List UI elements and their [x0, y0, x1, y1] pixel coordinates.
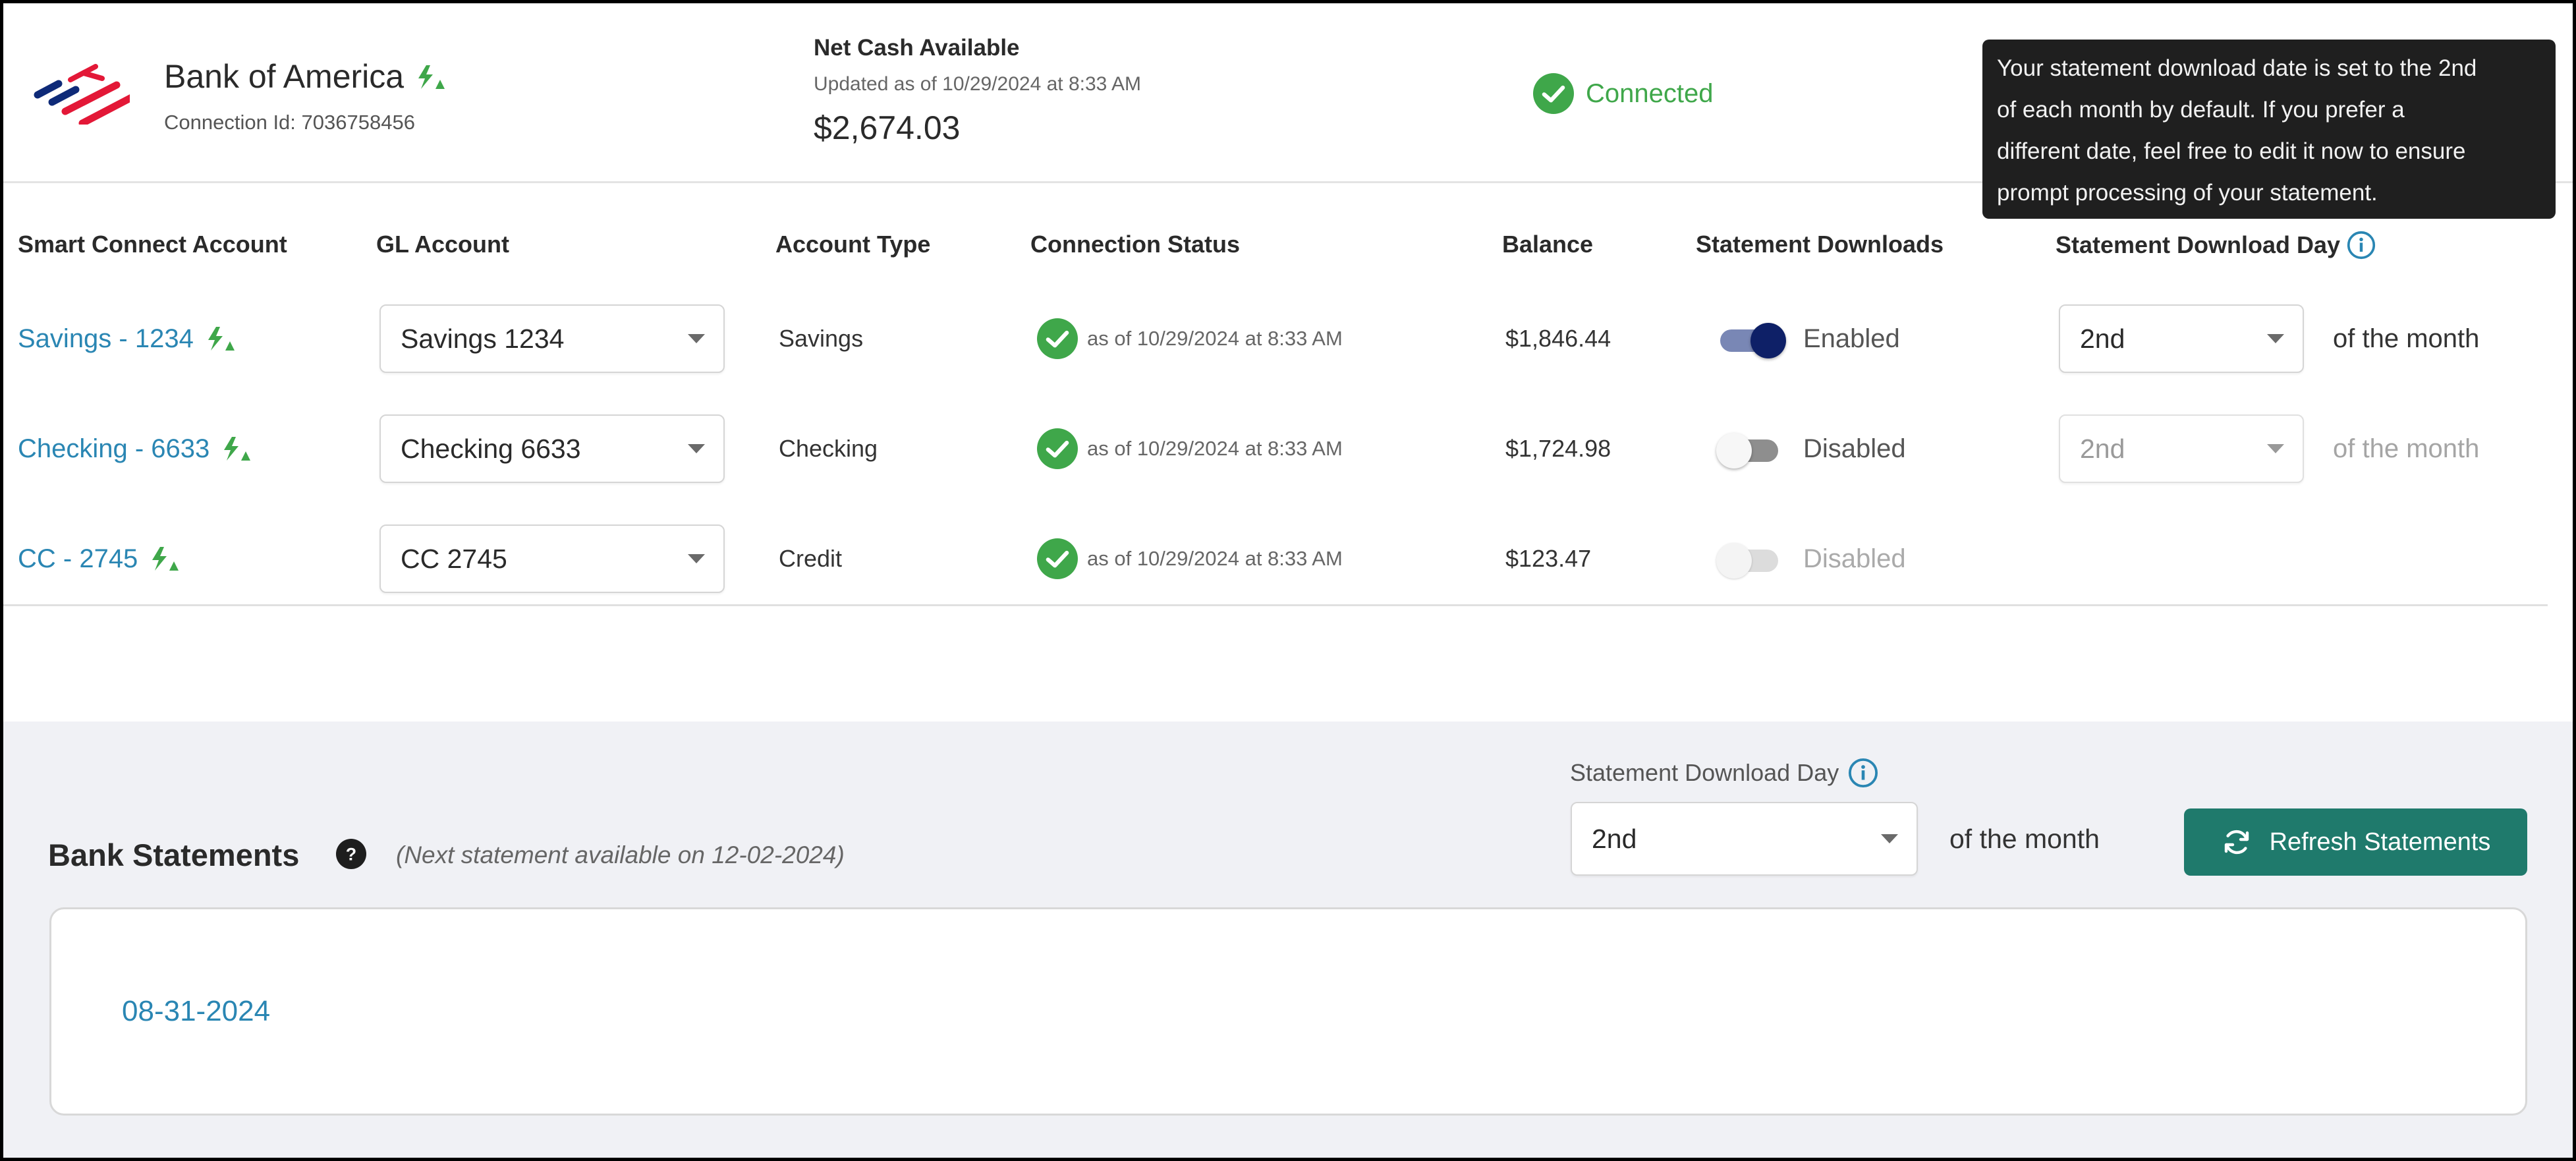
bank-connection-page: Bank of America Connection Id: 703675845… — [3, 3, 2573, 1158]
statement-downloads-toggle — [1716, 539, 1785, 579]
table-row: Savings - 1234 Savings 1234 Savings as o… — [3, 302, 2573, 375]
smart-connect-bolt-icon — [224, 437, 251, 461]
help-icon[interactable]: ? — [336, 839, 366, 869]
of-the-month-label: of the month — [2333, 324, 2480, 353]
status-timestamp: as of 10/29/2024 at 8:33 AM — [1087, 437, 1343, 460]
col-header-statement-download-day-text: Statement Download Day — [2056, 231, 2341, 258]
connection-status-cell: as of 10/29/2024 at 8:33 AM — [1037, 302, 1343, 375]
info-icon[interactable] — [1848, 758, 1878, 788]
col-header-account: Smart Connect Account — [18, 231, 287, 258]
account-link-savings[interactable]: Savings - 1234 — [18, 324, 237, 354]
gl-account-value: CC 2745 — [401, 543, 507, 574]
svg-text:?: ? — [346, 845, 356, 864]
connection-id: Connection Id: 7036758456 — [164, 111, 415, 134]
account-type: Savings — [779, 325, 864, 352]
refresh-icon — [2224, 830, 2249, 855]
tooltip-line: prompt processing of your statement. — [1997, 180, 2378, 206]
statement-download-day-select[interactable]: 2nd — [1571, 802, 1918, 876]
statement-download-day-value: 2nd — [1592, 823, 1637, 854]
status-timestamp: as of 10/29/2024 at 8:33 AM — [1087, 547, 1343, 570]
gl-account-select[interactable]: CC 2745 — [379, 524, 725, 593]
connected-label: Connected — [1586, 78, 1714, 108]
balance: $123.47 — [1505, 545, 1592, 572]
tooltip-line: of each month by default. If you prefer … — [1997, 97, 2405, 123]
account-type: Checking — [779, 435, 878, 462]
table-row: CC - 2745 CC 2745 Credit as of 10/29/202… — [3, 523, 2573, 595]
info-icon[interactable] — [2347, 231, 2376, 260]
table-divider — [3, 604, 2548, 606]
connection-status-cell: as of 10/29/2024 at 8:33 AM — [1037, 523, 1343, 595]
smart-connect-bolt-icon — [152, 547, 179, 571]
status-timestamp: as of 10/29/2024 at 8:33 AM — [1087, 327, 1343, 350]
statement-downloads-toggle[interactable] — [1716, 319, 1786, 358]
statement-link[interactable]: 08-31-2024 — [122, 995, 270, 1028]
account-link-text[interactable]: CC - 2745 — [18, 544, 138, 574]
tooltip-line: Your statement download date is set to t… — [1997, 55, 2477, 81]
col-header-gl-account: GL Account — [376, 231, 510, 258]
check-circle-icon — [1533, 73, 1574, 114]
col-header-account-type: Account Type — [775, 231, 931, 258]
table-row: Checking - 6633 Checking 6633 Checking a… — [3, 412, 2573, 485]
gl-account-value: Savings 1234 — [401, 323, 565, 354]
col-header-statement-downloads: Statement Downloads — [1696, 231, 1944, 258]
toggle-label: Disabled — [1803, 434, 1906, 463]
gl-account-select[interactable]: Checking 6633 — [379, 414, 725, 483]
gl-account-value: Checking 6633 — [401, 433, 581, 464]
col-header-balance: Balance — [1502, 231, 1594, 258]
next-statement-note: (Next statement available on 12-02-2024) — [396, 841, 845, 868]
col-header-connection-status: Connection Status — [1030, 231, 1241, 258]
chevron-down-icon — [688, 334, 705, 343]
account-link-text[interactable]: Savings - 1234 — [18, 324, 194, 354]
net-cash-updated: Updated as of 10/29/2024 at 8:33 AM — [814, 73, 1142, 95]
toggle-label: Disabled — [1803, 544, 1906, 573]
download-day-select[interactable]: 2nd — [2059, 304, 2304, 373]
bank-name: Bank of America — [164, 57, 447, 98]
balance: $1,846.44 — [1505, 325, 1611, 352]
bank-statements-title: Bank Statements — [48, 837, 300, 872]
tooltip-line: different date, feel free to edit it now… — [1997, 138, 2466, 164]
of-the-month-label: of the month — [2333, 434, 2480, 463]
check-circle-icon — [1037, 318, 1078, 359]
download-day-select: 2nd — [2059, 414, 2304, 483]
check-circle-icon — [1037, 538, 1078, 579]
statement-download-day-label: Statement Download Day — [1570, 758, 1878, 788]
chevron-down-icon — [688, 444, 705, 453]
refresh-statements-label: Refresh Statements — [2269, 828, 2491, 856]
account-type: Credit — [779, 545, 843, 572]
toggle-label: Enabled — [1803, 324, 1900, 353]
net-cash-title: Net Cash Available — [814, 35, 1020, 61]
bank-name-text: Bank of America — [164, 58, 405, 95]
download-day-value: 2nd — [2080, 433, 2125, 464]
smart-connect-bolt-icon — [413, 60, 447, 98]
download-day-tooltip: Your statement download date is set to t… — [1982, 40, 2556, 219]
statements-list — [49, 907, 2527, 1116]
chevron-down-icon — [2267, 444, 2284, 453]
chevron-down-icon — [2267, 334, 2284, 343]
chevron-down-icon — [688, 554, 705, 563]
account-link-text[interactable]: Checking - 6633 — [18, 434, 210, 464]
statement-download-day-label-text: Statement Download Day — [1570, 759, 1839, 786]
chevron-down-icon — [1881, 834, 1898, 843]
refresh-statements-button[interactable]: Refresh Statements — [2184, 808, 2527, 876]
smart-connect-bolt-icon — [208, 327, 235, 351]
download-day-value: 2nd — [2080, 323, 2125, 354]
balance: $1,724.98 — [1505, 435, 1611, 462]
gl-account-select[interactable]: Savings 1234 — [379, 304, 725, 373]
statement-downloads-toggle[interactable] — [1716, 429, 1785, 468]
account-link-credit-card[interactable]: CC - 2745 — [18, 544, 181, 574]
net-cash-amount: $2,674.03 — [814, 109, 961, 146]
bank-of-america-logo — [34, 64, 130, 125]
connection-status-cell: as of 10/29/2024 at 8:33 AM — [1037, 412, 1343, 485]
connection-status: Connected — [1533, 73, 1713, 114]
of-the-month-label: of the month — [1949, 824, 2100, 854]
account-link-checking[interactable]: Checking - 6633 — [18, 434, 253, 464]
check-circle-icon — [1037, 428, 1078, 469]
col-header-statement-download-day: Statement Download Day — [2056, 231, 2376, 260]
